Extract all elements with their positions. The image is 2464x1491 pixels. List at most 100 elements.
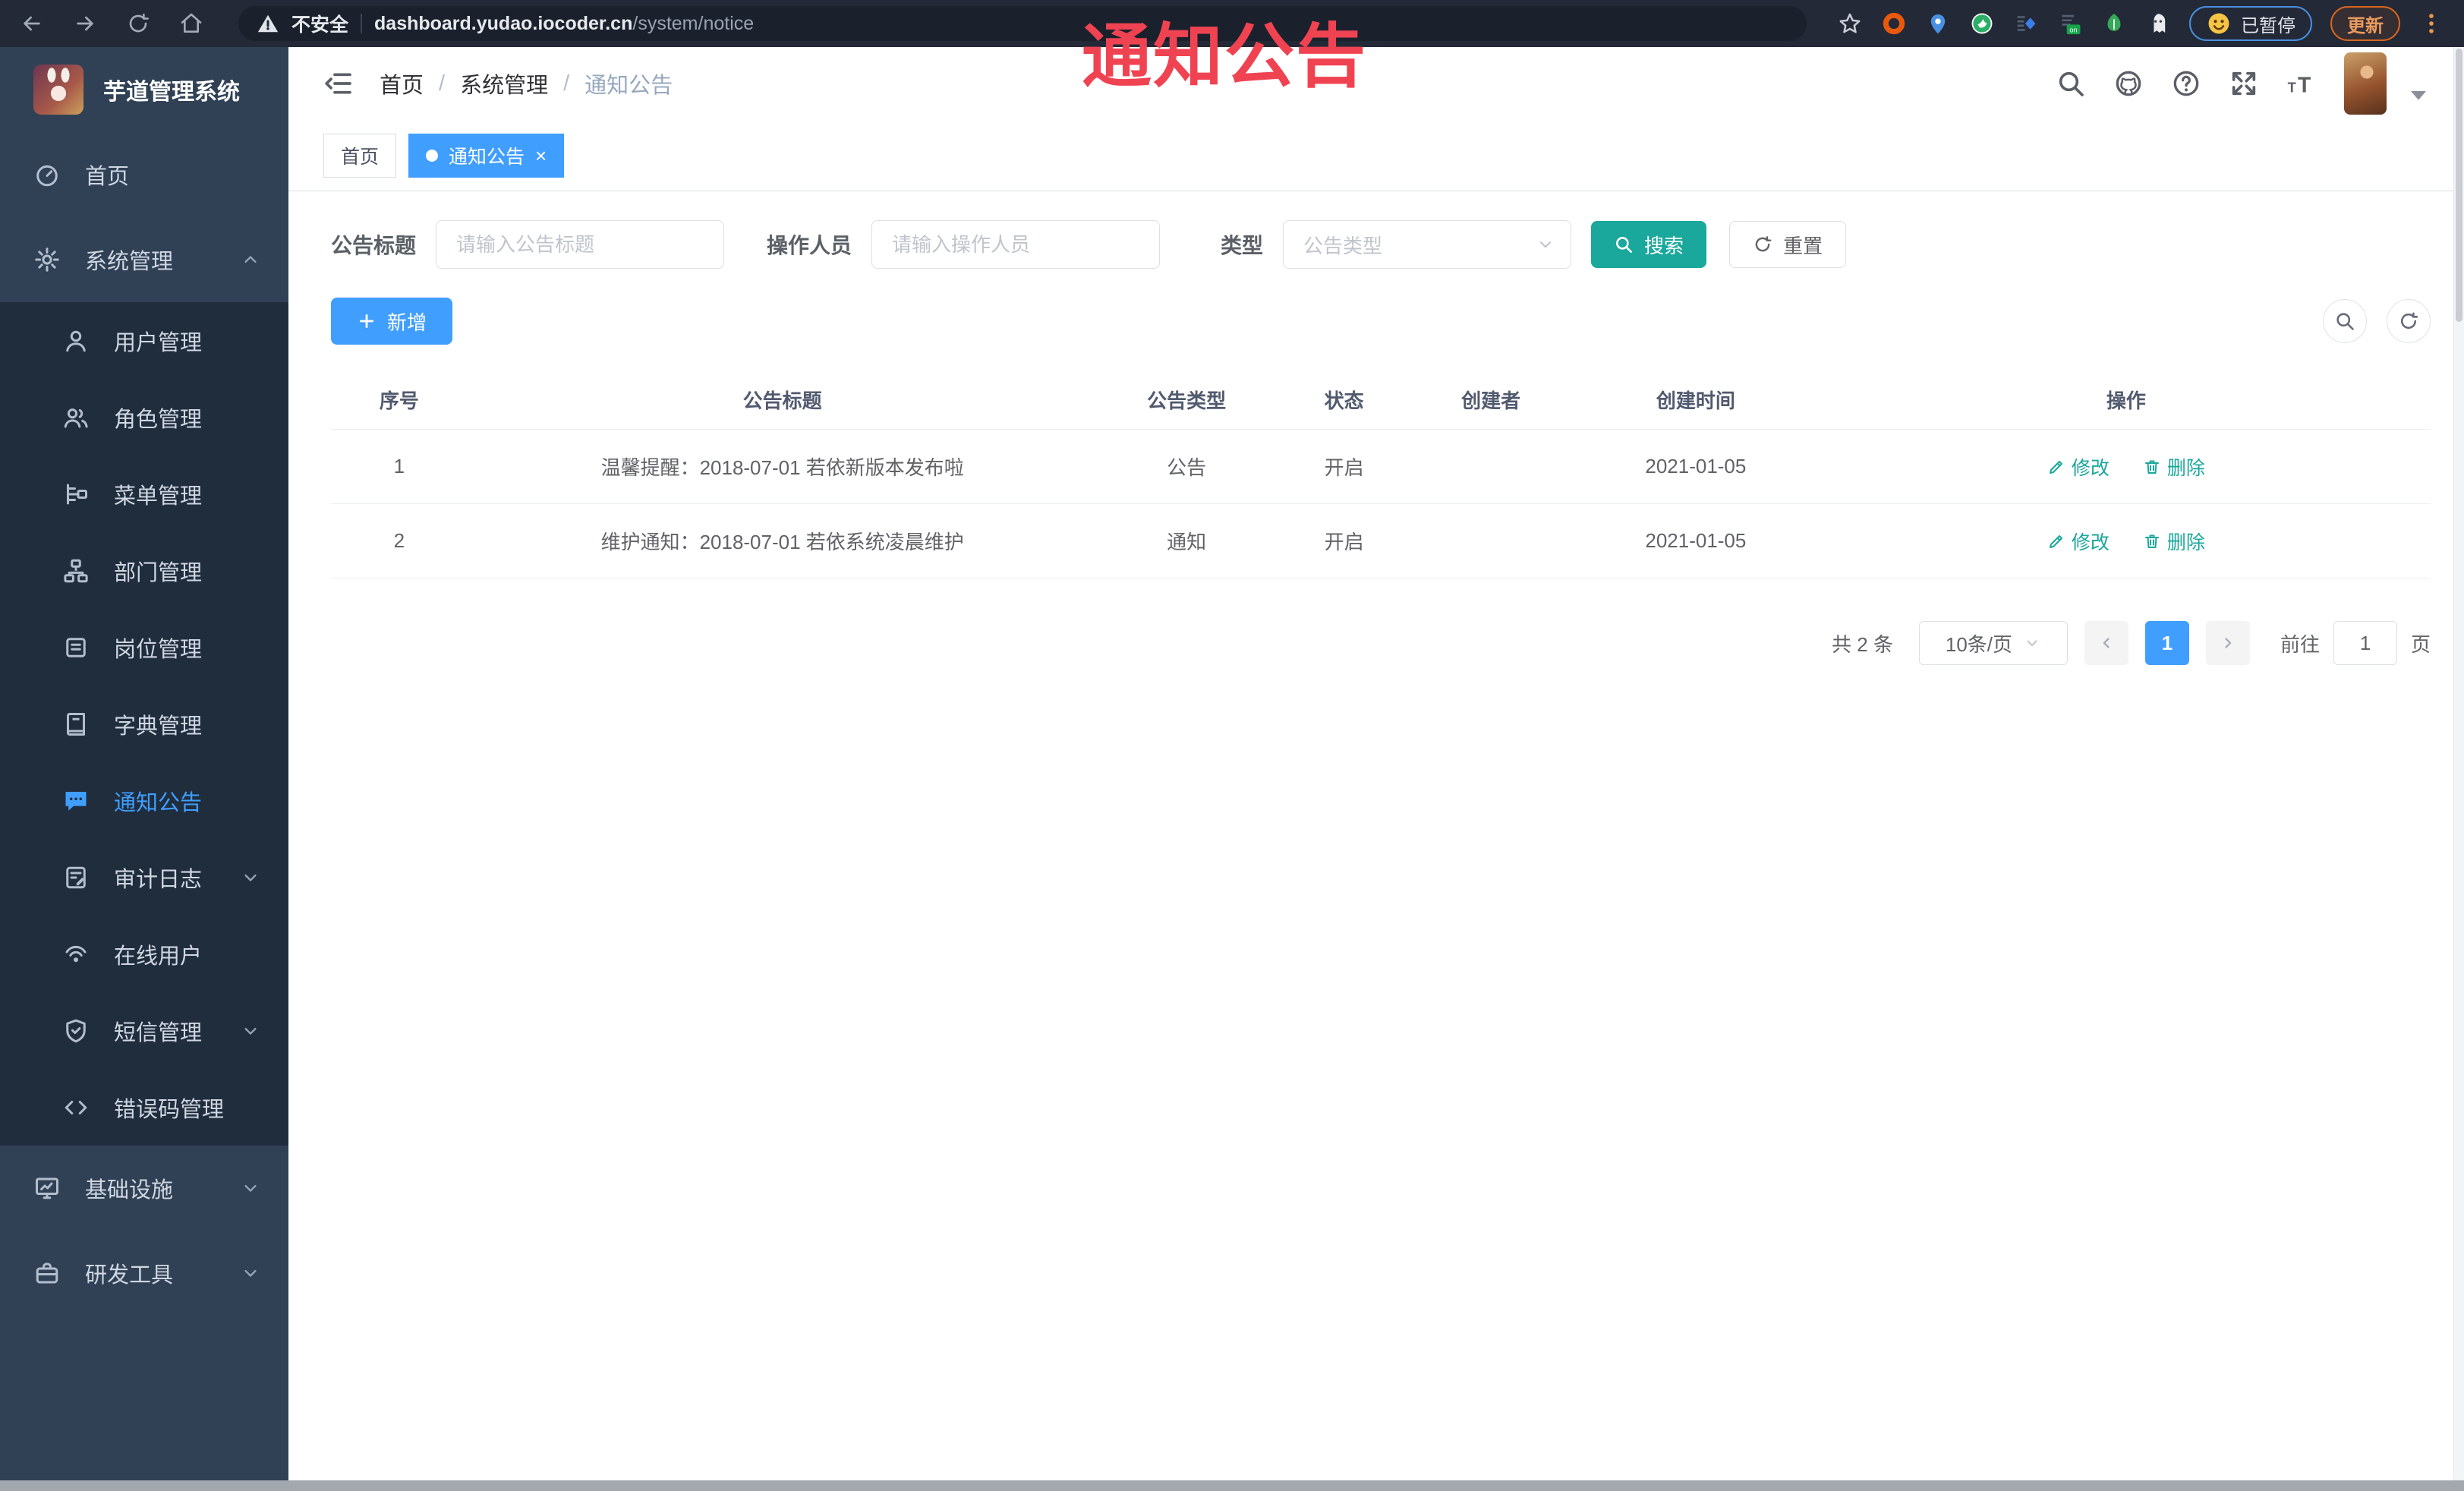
sidebar-item-sms[interactable]: 短信管理 [0, 992, 288, 1069]
extension-green-circle-icon[interactable] [1969, 11, 1995, 36]
sidebar-item-roles[interactable]: 角色管理 [0, 379, 288, 455]
security-label[interactable]: 不安全 [291, 10, 348, 37]
show-search-button[interactable] [2323, 299, 2367, 343]
page-content: 公告标题 操作人员 类型 公告类型 搜索 重置 [288, 191, 2464, 665]
column-header-status: 状态 [1324, 389, 1364, 412]
breadcrumb-home[interactable]: 首页 [380, 68, 424, 99]
scrollbar-thumb[interactable] [2456, 49, 2462, 322]
sidebar-item-posts[interactable]: 岗位管理 [0, 609, 288, 686]
search-button[interactable]: 搜索 [1591, 221, 1707, 268]
page-size-select[interactable]: 10条/页 [1918, 621, 2068, 665]
table-toolbar: 新增 [331, 298, 2431, 345]
sidebar-item-infra[interactable]: 基础设施 [0, 1146, 288, 1231]
bookmark-star-icon[interactable] [1837, 11, 1863, 36]
notice-table: 序号 公告标题 公告类型 状态 创建者 创建时间 操作 1 温馨提醒：2018-… [331, 370, 2431, 578]
next-page-button[interactable] [2205, 621, 2250, 665]
column-header-index: 序号 [379, 389, 419, 412]
sidebar-item-depts[interactable]: 部门管理 [0, 532, 288, 609]
profile-paused-pill[interactable]: 已暂停 [2189, 6, 2312, 41]
sidebar-item-label: 系统管理 [85, 250, 174, 274]
extension-blue-diamond-icon[interactable] [2013, 11, 2039, 36]
chevron-down-icon [1536, 235, 1555, 254]
operator-input[interactable] [871, 220, 1161, 269]
extension-blue-pin-icon[interactable] [1925, 11, 1951, 36]
edit-label: 修改 [2071, 531, 2110, 553]
sidebar-item-label: 错误码管理 [114, 1097, 225, 1122]
avatar-caret-down-icon[interactable] [2403, 80, 2434, 110]
sidebar-item-online-users[interactable]: 在线用户 [0, 916, 288, 992]
pagination-jumper: 前往 页 [2280, 621, 2431, 665]
address-bar[interactable]: 不安全 dashboard.yudao.iocoder.cn/system/no… [238, 6, 1807, 41]
forward-icon[interactable] [73, 11, 97, 36]
breadcrumb-separator: / [439, 71, 446, 96]
url-text[interactable]: dashboard.yudao.iocoder.cn/system/notice [374, 13, 754, 35]
type-label: 类型 [1221, 234, 1264, 257]
cell-title: 维护通知：2018-07-01 若依系统凌晨维护 [600, 531, 964, 553]
dashboard-icon [33, 161, 61, 188]
sidebar-fold-icon[interactable] [323, 68, 354, 99]
sidebar-item-notice[interactable]: 通知公告 [0, 762, 288, 839]
extension-green-leaf-icon[interactable] [2101, 11, 2127, 36]
notice-title-input[interactable] [436, 220, 725, 269]
browser-menu-icon[interactable] [2418, 11, 2444, 36]
browser-nav [20, 11, 203, 36]
fullscreen-icon[interactable] [2229, 68, 2259, 99]
reset-button[interactable]: 重置 [1729, 221, 1847, 268]
edit-button[interactable]: 修改 [2047, 528, 2110, 555]
sidebar-item-label: 用户管理 [114, 330, 203, 355]
sidebar-item-audit-log[interactable]: 审计日志 [0, 839, 288, 916]
github-icon[interactable] [2113, 68, 2144, 99]
search-icon[interactable] [2056, 68, 2086, 99]
window-bottom-edge [0, 1480, 2464, 1491]
type-select[interactable]: 公告类型 [1283, 220, 1572, 269]
page-number-button[interactable]: 1 [2144, 621, 2189, 665]
not-secure-warning-icon[interactable] [257, 12, 279, 35]
user-avatar[interactable] [2344, 52, 2387, 115]
font-size-icon[interactable]: TT [2286, 68, 2317, 99]
column-header-created-at: 创建时间 [1656, 389, 1735, 412]
tab-notice[interactable]: 通知公告 × [408, 133, 565, 178]
navbar-actions: TT [2056, 52, 2434, 115]
refresh-table-button[interactable] [2387, 299, 2431, 343]
goto-page-input[interactable] [2333, 621, 2397, 665]
cell-actions: 修改 删除 [1829, 528, 2423, 555]
sidebar-item-menus[interactable]: 菜单管理 [0, 455, 288, 532]
refresh-icon [2398, 310, 2419, 332]
vertical-scrollbar[interactable] [2453, 47, 2464, 1480]
delete-button[interactable]: 删除 [2143, 453, 2205, 481]
help-icon[interactable] [2171, 68, 2201, 99]
extension-white-ghost-icon[interactable] [2145, 11, 2171, 36]
search-icon [2334, 310, 2355, 332]
update-button[interactable]: 更新 [2330, 6, 2400, 41]
delete-button[interactable]: 删除 [2143, 528, 2205, 555]
sidebar-menu: 首页 系统管理 用户管理 角色管理 菜单管理 部门管理 岗位管理 字典管理 通知… [0, 132, 288, 1316]
plus-icon [357, 311, 377, 331]
sidebar-item-dict[interactable]: 字典管理 [0, 686, 288, 762]
caret-down-icon [240, 1020, 261, 1042]
extension-orange-ring-icon[interactable] [1881, 11, 1907, 36]
sidebar-item-devtools[interactable]: 研发工具 [0, 1231, 288, 1316]
sidebar-item-users[interactable]: 用户管理 [0, 302, 288, 379]
home-icon[interactable] [179, 11, 203, 36]
prev-page-button[interactable] [2084, 621, 2128, 665]
sidebar-item-error-code[interactable]: 错误码管理 [0, 1069, 288, 1146]
svg-text:T: T [2298, 74, 2311, 98]
search-icon [1614, 235, 1634, 254]
tab-close-icon[interactable]: × [535, 146, 547, 165]
reload-icon[interactable] [126, 11, 150, 36]
sidebar-item-home[interactable]: 首页 [0, 132, 288, 217]
tab-home[interactable]: 首页 [323, 133, 397, 178]
svg-text:T: T [2288, 80, 2296, 96]
extension-on-badge-icon[interactable]: on [2057, 11, 2083, 36]
breadcrumb-system[interactable]: 系统管理 [460, 68, 548, 99]
caret-down-icon [240, 867, 261, 888]
sidebar-item-system[interactable]: 系统管理 [0, 217, 288, 302]
tab-label: 首页 [341, 146, 380, 168]
app-title: 芋道管理系统 [103, 80, 240, 105]
edit-button[interactable]: 修改 [2047, 453, 2110, 481]
sidebar-logo[interactable]: 芋道管理系统 [0, 47, 288, 132]
add-button[interactable]: 新增 [331, 298, 453, 345]
back-icon[interactable] [20, 11, 44, 36]
pagination: 共 2 条 10条/页 1 前往 页 [331, 621, 2431, 665]
sidebar: 芋道管理系统 首页 系统管理 用户管理 角色管理 菜单管理 部门管理 岗位管理 … [0, 47, 288, 1491]
